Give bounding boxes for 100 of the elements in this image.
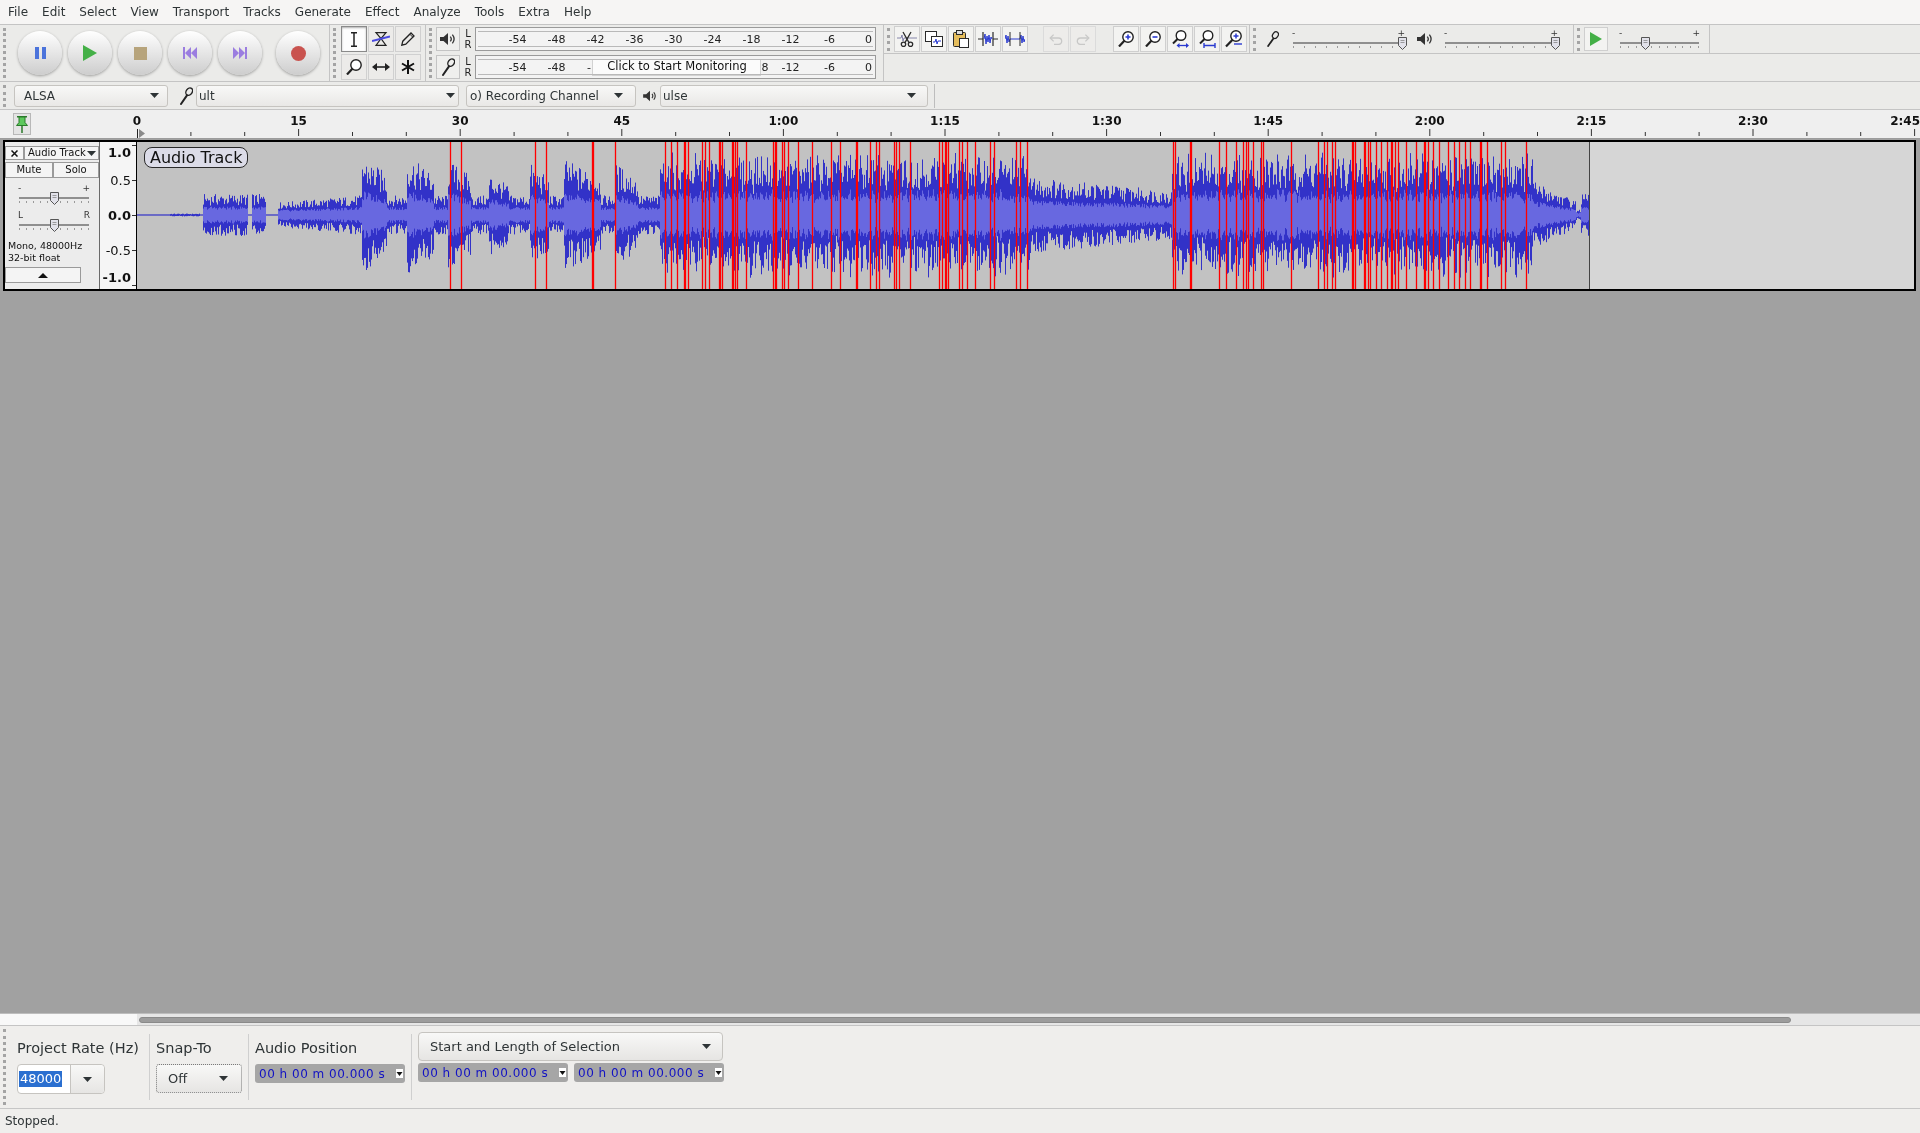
- slider-track[interactable]: [1290, 36, 1407, 50]
- caret-icon: [907, 93, 916, 98]
- play-icon: [83, 45, 97, 61]
- draw-tool-button[interactable]: [395, 26, 421, 52]
- zoom-tool-button[interactable]: [341, 54, 367, 80]
- menu-item[interactable]: Transport: [165, 0, 237, 24]
- playback-meter[interactable]: -54 -48 -42 -36 -30 -24 -18 -12 -6 0: [475, 27, 876, 51]
- selection-tool-button[interactable]: [341, 26, 367, 52]
- toolbar-grip[interactable]: [1577, 27, 1581, 51]
- amplitude-label: -0.5: [105, 242, 131, 258]
- project-rate-label: Project Rate (Hz): [17, 1039, 140, 1057]
- microphone-icon: [180, 86, 193, 105]
- channel-label: L: [465, 28, 471, 39]
- multi-tool-button[interactable]: [395, 54, 421, 80]
- menu-item[interactable]: Select: [72, 0, 124, 24]
- toolbar-grip[interactable]: [3, 1029, 7, 1105]
- zoom-in-button[interactable]: [1113, 26, 1139, 52]
- fit-project-button[interactable]: [1194, 26, 1220, 52]
- amplitude-label: 1.0: [107, 145, 131, 160]
- record-icon: [290, 45, 306, 61]
- audio-host-dropdown[interactable]: ALSA: [14, 84, 168, 107]
- horizontal-scrollbar[interactable]: [0, 1013, 1920, 1025]
- speaker-icon: [643, 89, 657, 102]
- menu-item[interactable]: Analyze: [406, 0, 468, 24]
- playback-device-dropdown[interactable]: ulse: [660, 84, 928, 107]
- timeline-ruler[interactable]: 0 15 30 45 1:00 1:15 1:30 1:45 2:00 2:15 2:30 2:45: [0, 110, 1920, 139]
- copy-button[interactable]: [921, 26, 947, 52]
- slider-thumb[interactable]: [49, 192, 59, 205]
- toolbar-grip[interactable]: [1253, 27, 1257, 51]
- menu-item[interactable]: Tools: [467, 0, 512, 24]
- collapse-track-button[interactable]: [5, 267, 81, 283]
- magnifier-toggle-icon: [1225, 30, 1243, 48]
- recording-meter[interactable]: -54 -48 - Click to Start Monitoring 8 -12 -6 0: [475, 55, 876, 79]
- quick-play-pin-button[interactable]: [13, 113, 31, 135]
- recording-device-dropdown[interactable]: ult: [196, 84, 459, 107]
- selection-length-field[interactable]: 00 h 00 m 00.000 s: [574, 1063, 724, 1082]
- slider-track[interactable]: [1442, 36, 1560, 50]
- toolbar-grip[interactable]: [3, 84, 7, 107]
- menu-item[interactable]: View: [123, 0, 166, 24]
- solo-button[interactable]: Solo: [53, 162, 99, 178]
- trim-button[interactable]: [975, 26, 1001, 52]
- menu-item[interactable]: Generate: [287, 0, 358, 24]
- skip-to-end-button[interactable]: [218, 31, 262, 75]
- slider-min-label: L: [18, 211, 23, 219]
- track-name-menu[interactable]: Audio Track: [24, 146, 99, 160]
- envelope-tool-button[interactable]: [368, 26, 394, 52]
- zoom-toggle-button[interactable]: [1221, 26, 1247, 52]
- slider-thumb[interactable]: [49, 219, 59, 232]
- slider-thumb[interactable]: [1551, 36, 1560, 50]
- menu-item[interactable]: Edit: [35, 0, 73, 24]
- close-icon: [11, 149, 18, 157]
- skip-to-end-icon: [233, 47, 247, 59]
- silence-button[interactable]: [1002, 26, 1028, 52]
- caret-icon: [396, 1069, 403, 1078]
- magnifier-bracket-icon: [1198, 30, 1216, 48]
- slider-track[interactable]: [1617, 36, 1702, 50]
- play-button[interactable]: [68, 31, 112, 75]
- slider-min-label: -: [1619, 28, 1623, 37]
- snap-to-dropdown[interactable]: Off: [156, 1064, 242, 1093]
- meter-scale-label: -12: [781, 32, 800, 46]
- audio-position-field[interactable]: 00 h 00 m 00.000 s: [255, 1064, 405, 1083]
- toolbar-grip[interactable]: [333, 28, 337, 78]
- paste-button[interactable]: [948, 26, 974, 52]
- slider-track[interactable]: [16, 192, 92, 205]
- toolbar-grip[interactable]: [429, 28, 433, 78]
- amplitude-label: -1.0: [102, 270, 131, 285]
- toolbar-grip[interactable]: [887, 27, 891, 51]
- record-button[interactable]: [276, 31, 320, 75]
- time-label: 45: [613, 115, 631, 128]
- fit-selection-button[interactable]: [1167, 26, 1193, 52]
- time-label: 2:00: [1414, 115, 1445, 128]
- slider-min-label: -: [1444, 28, 1448, 37]
- project-rate-combobox[interactable]: 48000: [17, 1064, 105, 1094]
- cut-button[interactable]: [894, 26, 920, 52]
- toolbar-grip[interactable]: [3, 28, 7, 78]
- recording-meter-button[interactable]: [436, 55, 460, 79]
- playback-meter-button[interactable]: [436, 27, 460, 51]
- mute-button[interactable]: Mute: [5, 162, 53, 178]
- menu-item[interactable]: File: [1, 0, 36, 24]
- zoom-out-button[interactable]: [1140, 26, 1166, 52]
- channel-label: R: [464, 67, 472, 78]
- meter-scale-label: -30: [664, 32, 683, 46]
- time-shift-tool-button[interactable]: [368, 54, 394, 80]
- slider-max-label: R: [83, 211, 90, 219]
- slider-track[interactable]: [16, 219, 92, 232]
- menu-item[interactable]: Help: [556, 0, 599, 24]
- slider-thumb[interactable]: [1398, 36, 1407, 50]
- selection-mode-dropdown[interactable]: Start and Length of Selection: [418, 1032, 723, 1061]
- menu-item[interactable]: Tracks: [236, 0, 288, 24]
- pause-button[interactable]: [18, 31, 62, 75]
- copy-icon: [925, 31, 943, 47]
- selection-start-field[interactable]: 00 h 00 m 00.000 s: [418, 1063, 568, 1082]
- recording-channels-dropdown[interactable]: o) Recording Channel: [466, 84, 636, 107]
- menu-item[interactable]: Extra: [511, 0, 557, 24]
- skip-to-start-button[interactable]: [168, 31, 212, 75]
- meter-scale-label: -24: [703, 32, 722, 46]
- scrollbar-thumb[interactable]: [139, 1017, 1791, 1023]
- slider-thumb[interactable]: [1641, 36, 1651, 50]
- menu-item[interactable]: Effect: [357, 0, 407, 24]
- i-beam-icon: [349, 31, 359, 47]
